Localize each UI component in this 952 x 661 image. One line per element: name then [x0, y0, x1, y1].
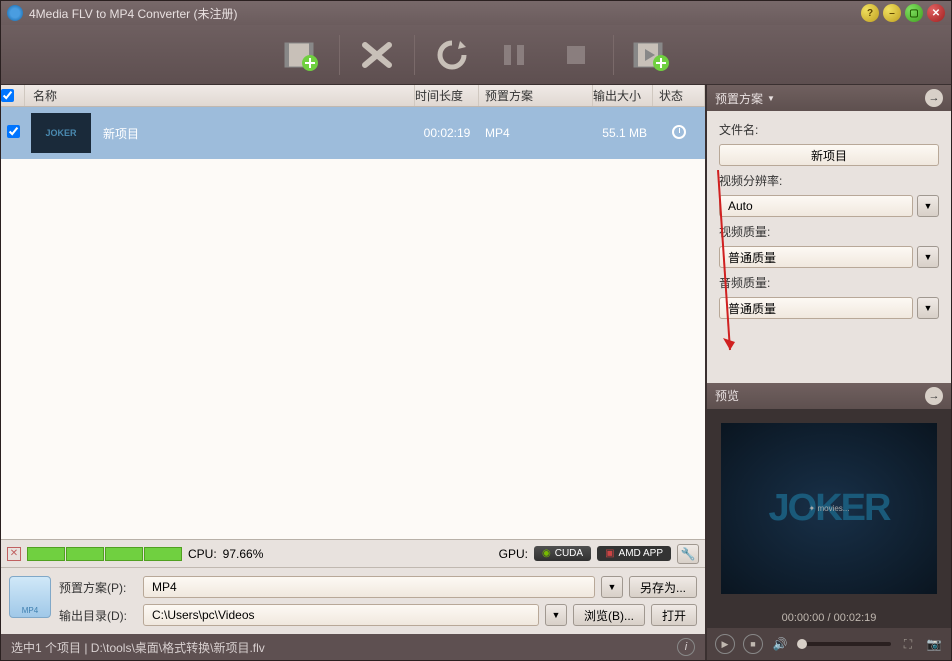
- vquality-select[interactable]: 普通质量: [719, 246, 913, 268]
- preview-panel-header[interactable]: 预览 →: [707, 383, 951, 409]
- bottom-panel: MP4 预置方案(P): MP4 ▼ 另存为... 输出目录(D): C:\Us…: [1, 567, 705, 634]
- volume-icon[interactable]: 🔊: [771, 636, 789, 652]
- preview-image: JOKER ✦ movies...: [721, 423, 937, 595]
- window-title: 4Media FLV to MP4 Converter (未注册): [29, 5, 238, 22]
- row-duration: 00:02:19: [415, 126, 479, 140]
- preset-label: 预置方案(P):: [59, 579, 137, 596]
- amd-badge[interactable]: ▣AMD APP: [597, 546, 671, 561]
- col-preset[interactable]: 预置方案: [479, 85, 593, 106]
- filename-input[interactable]: 新项目: [719, 144, 939, 166]
- cpu-meter: [27, 547, 182, 561]
- pause-button[interactable]: [489, 33, 539, 77]
- collapse-preview-button[interactable]: →: [925, 387, 943, 405]
- col-status[interactable]: 状态: [653, 85, 705, 106]
- stop-preview-button[interactable]: ■: [743, 634, 763, 654]
- output-label: 输出目录(D):: [59, 607, 137, 624]
- cpu-close-button[interactable]: ✕: [7, 547, 21, 561]
- snapshot-icon[interactable]: 📷: [925, 636, 943, 652]
- filename-label: 文件名:: [719, 121, 939, 138]
- resolution-label: 视频分辨率:: [719, 172, 939, 189]
- col-size[interactable]: 输出大小: [593, 85, 653, 106]
- list-header: 名称 时间长度 预置方案 输出大小 状态: [1, 85, 705, 107]
- maximize-button[interactable]: ▢: [905, 4, 923, 22]
- preset-field[interactable]: MP4: [143, 576, 595, 598]
- preset-header-label: 预置方案: [715, 90, 763, 107]
- col-name[interactable]: 名称: [25, 85, 415, 106]
- status-text: 选中1 个项目 | D:\tools\桌面\格式转换\新项目.flv: [11, 639, 265, 656]
- info-button[interactable]: i: [677, 638, 695, 656]
- row-name: 新项目: [91, 125, 415, 142]
- open-button[interactable]: 打开: [651, 604, 697, 626]
- row-thumbnail: JOKER: [31, 113, 91, 153]
- aquality-dropdown[interactable]: ▼: [917, 297, 939, 319]
- browse-button[interactable]: 浏览(B)...: [573, 604, 645, 626]
- aquality-label: 音频质量:: [719, 274, 939, 291]
- volume-slider[interactable]: [797, 642, 891, 646]
- convert-button[interactable]: [427, 33, 477, 77]
- file-list[interactable]: JOKER 新项目 00:02:19 MP4 55.1 MB: [1, 107, 705, 539]
- row-status: [653, 125, 705, 142]
- list-row[interactable]: JOKER 新项目 00:02:19 MP4 55.1 MB: [1, 107, 705, 159]
- player-controls: ▶ ■ 🔊 ⛶ 📷: [707, 628, 951, 660]
- vquality-label: 视频质量:: [719, 223, 939, 240]
- help-button[interactable]: ?: [861, 4, 879, 22]
- preview-header-label: 预览: [715, 387, 739, 404]
- preset-panel-header[interactable]: 预置方案 ▼ →: [707, 85, 951, 111]
- cuda-badge[interactable]: ◉CUDA: [534, 546, 591, 561]
- preview-time: 00:00:00 / 00:02:19: [707, 608, 951, 628]
- cpu-label: CPU:: [188, 547, 217, 561]
- clock-icon: [672, 125, 686, 139]
- saveas-button[interactable]: 另存为...: [629, 576, 697, 598]
- chevron-down-icon: ▼: [767, 94, 775, 103]
- row-size: 55.1 MB: [593, 126, 653, 140]
- row-preset: MP4: [479, 126, 593, 140]
- vquality-dropdown[interactable]: ▼: [917, 246, 939, 268]
- preset-dropdown[interactable]: ▼: [601, 576, 623, 598]
- gpu-label: GPU:: [499, 547, 528, 561]
- minimize-button[interactable]: –: [883, 4, 901, 22]
- row-checkbox[interactable]: [7, 125, 20, 138]
- resolution-dropdown[interactable]: ▼: [917, 195, 939, 217]
- preset-panel: 文件名: 新项目 视频分辨率: Auto ▼ 视频质量: 普通质量 ▼ 音频质量…: [707, 111, 951, 383]
- close-button[interactable]: ✕: [927, 4, 945, 22]
- add-file-button[interactable]: [277, 33, 327, 77]
- settings-button[interactable]: 🔧: [677, 544, 699, 564]
- stop-button[interactable]: [551, 33, 601, 77]
- col-duration[interactable]: 时间长度: [415, 85, 479, 106]
- cpu-value: 97.66%: [223, 547, 264, 561]
- titlebar[interactable]: 4Media FLV to MP4 Converter (未注册) ? – ▢ …: [1, 1, 951, 25]
- aquality-select[interactable]: 普通质量: [719, 297, 913, 319]
- output-add-button[interactable]: [626, 33, 676, 77]
- toolbar: [1, 25, 951, 85]
- preview-panel: JOKER ✦ movies... 00:00:00 / 00:02:19 ▶ …: [707, 409, 951, 661]
- select-all-checkbox[interactable]: [1, 89, 14, 102]
- statusbar: 选中1 个项目 | D:\tools\桌面\格式转换\新项目.flv i: [1, 634, 705, 660]
- resolution-select[interactable]: Auto: [719, 195, 913, 217]
- remove-button[interactable]: [352, 33, 402, 77]
- output-field[interactable]: C:\Users\pc\Videos: [143, 604, 539, 626]
- output-dropdown[interactable]: ▼: [545, 604, 567, 626]
- cpu-bar: ✕ CPU: 97.66% GPU: ◉CUDA ▣AMD APP 🔧: [1, 539, 705, 567]
- fullscreen-icon[interactable]: ⛶: [899, 636, 917, 652]
- app-icon: [7, 5, 23, 21]
- profile-icon: MP4: [9, 576, 51, 618]
- collapse-preset-button[interactable]: →: [925, 89, 943, 107]
- play-button[interactable]: ▶: [715, 634, 735, 654]
